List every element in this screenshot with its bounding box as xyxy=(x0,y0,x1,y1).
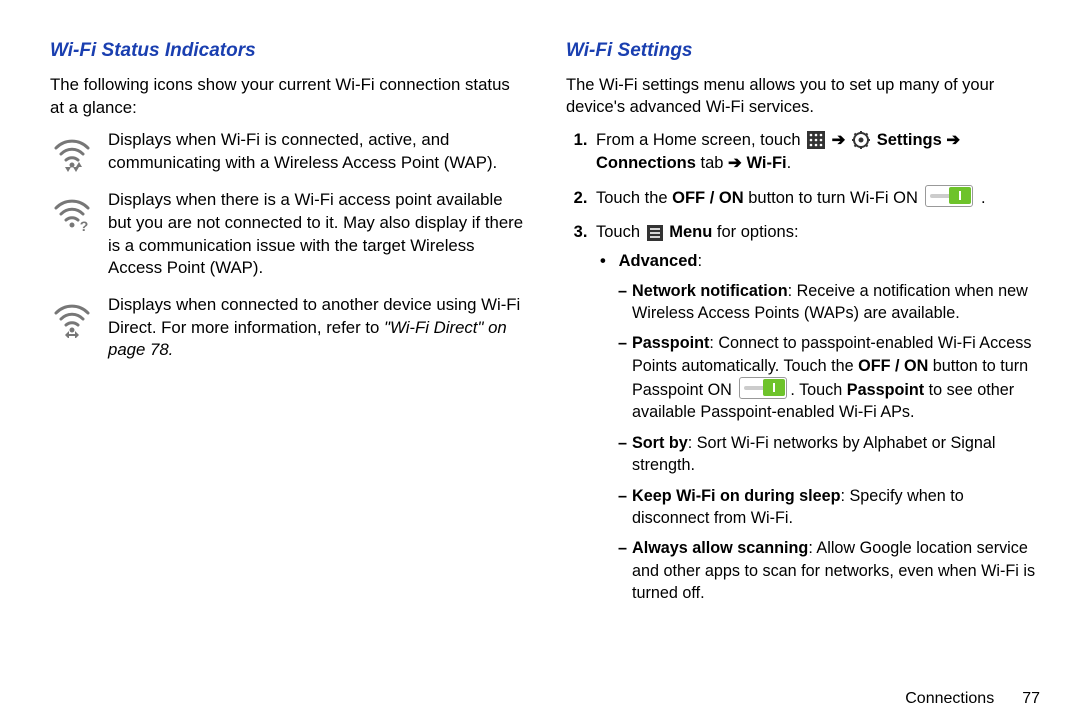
option-passpoint: Passpoint: Connect to passpoint-enabled … xyxy=(632,332,1042,423)
text: Touch xyxy=(596,223,645,241)
indicator-desc: Displays when Wi-Fi is connected, active… xyxy=(108,129,526,174)
left-column: Wi-Fi Status Indicators The following ic… xyxy=(50,40,526,710)
intro-text: The Wi-Fi settings menu allows you to se… xyxy=(566,74,1042,119)
apps-grid-icon xyxy=(807,131,825,149)
section-title-settings: Wi-Fi Settings xyxy=(566,40,1042,62)
toggle-on-icon xyxy=(739,377,787,399)
settings-gear-icon xyxy=(852,131,870,149)
opt-title: Keep Wi-Fi on during sleep xyxy=(632,487,841,505)
off-on-label: OFF / ON xyxy=(858,357,928,375)
options-bullet: Advanced: Network notification: Receive … xyxy=(596,250,1042,604)
section-title-indicators: Wi-Fi Status Indicators xyxy=(50,40,526,62)
opt-title: Passpoint xyxy=(632,334,709,352)
opt-title: Sort by xyxy=(632,434,688,452)
indicator-row-direct: Displays when connected to another devic… xyxy=(50,294,526,362)
indicator-desc: Displays when connected to another devic… xyxy=(108,294,526,362)
advanced-label: Advanced xyxy=(619,252,698,270)
step-2: Touch the OFF / ON button to turn Wi-Fi … xyxy=(592,185,1042,210)
wifi-direct-icon xyxy=(50,296,94,340)
connections-label: Connections xyxy=(596,154,696,172)
text: for options: xyxy=(712,223,798,241)
menu-label: Menu xyxy=(669,223,712,241)
opt-title: Always allow scanning xyxy=(632,539,808,557)
reference-link: "Wi-Fi Direct" xyxy=(384,318,483,337)
passpoint-word: Passpoint xyxy=(847,381,924,399)
option-always-scan: Always allow scanning: Allow Google loca… xyxy=(632,537,1042,604)
arrow-icon: ➔ xyxy=(728,154,742,172)
svg-text:?: ? xyxy=(80,218,89,233)
wifi-label: Wi-Fi xyxy=(742,154,787,172)
footer-page-number: 77 xyxy=(1022,690,1040,707)
step-1: From a Home screen, touch ➔ Settings ➔ C… xyxy=(592,129,1042,176)
arrow-icon: ➔ xyxy=(946,131,960,149)
toggle-on-icon xyxy=(925,185,973,207)
opt-title: Network notification xyxy=(632,282,788,300)
menu-icon xyxy=(647,225,663,241)
text: button to turn Wi-Fi ON xyxy=(744,189,923,207)
text: tab xyxy=(696,154,728,172)
option-sort-by: Sort by: Sort Wi-Fi networks by Alphabet… xyxy=(632,432,1042,477)
text: Touch the xyxy=(596,189,672,207)
settings-label: Settings xyxy=(877,131,947,149)
step-3: Touch Menu for options: Advanced: Networ… xyxy=(592,221,1042,605)
wifi-available-icon: ? xyxy=(50,191,94,235)
footer-section: Connections xyxy=(905,690,994,707)
steps-list: From a Home screen, touch ➔ Settings ➔ C… xyxy=(570,129,1042,605)
advanced-sublist: Network notification: Receive a notifica… xyxy=(614,280,1042,605)
advanced-item: Advanced: Network notification: Receive … xyxy=(614,250,1042,604)
wifi-active-icon xyxy=(50,131,94,175)
text: . Touch xyxy=(790,381,846,399)
page-footer: Connections 77 xyxy=(905,690,1040,708)
off-on-label: OFF / ON xyxy=(672,189,744,207)
indicator-row-active: Displays when Wi-Fi is connected, active… xyxy=(50,129,526,175)
indicator-desc: Displays when there is a Wi-Fi access po… xyxy=(108,189,526,280)
intro-text: The following icons show your current Wi… xyxy=(50,74,526,119)
option-network-notification: Network notification: Receive a notifica… xyxy=(632,280,1042,325)
indicator-row-available: ? Displays when there is a Wi-Fi access … xyxy=(50,189,526,280)
option-keep-wifi: Keep Wi-Fi on during sleep: Specify when… xyxy=(632,485,1042,530)
text: From a Home screen, touch xyxy=(596,131,805,149)
right-column: Wi-Fi Settings The Wi-Fi settings menu a… xyxy=(566,40,1042,710)
arrow-icon: ➔ xyxy=(832,131,850,149)
